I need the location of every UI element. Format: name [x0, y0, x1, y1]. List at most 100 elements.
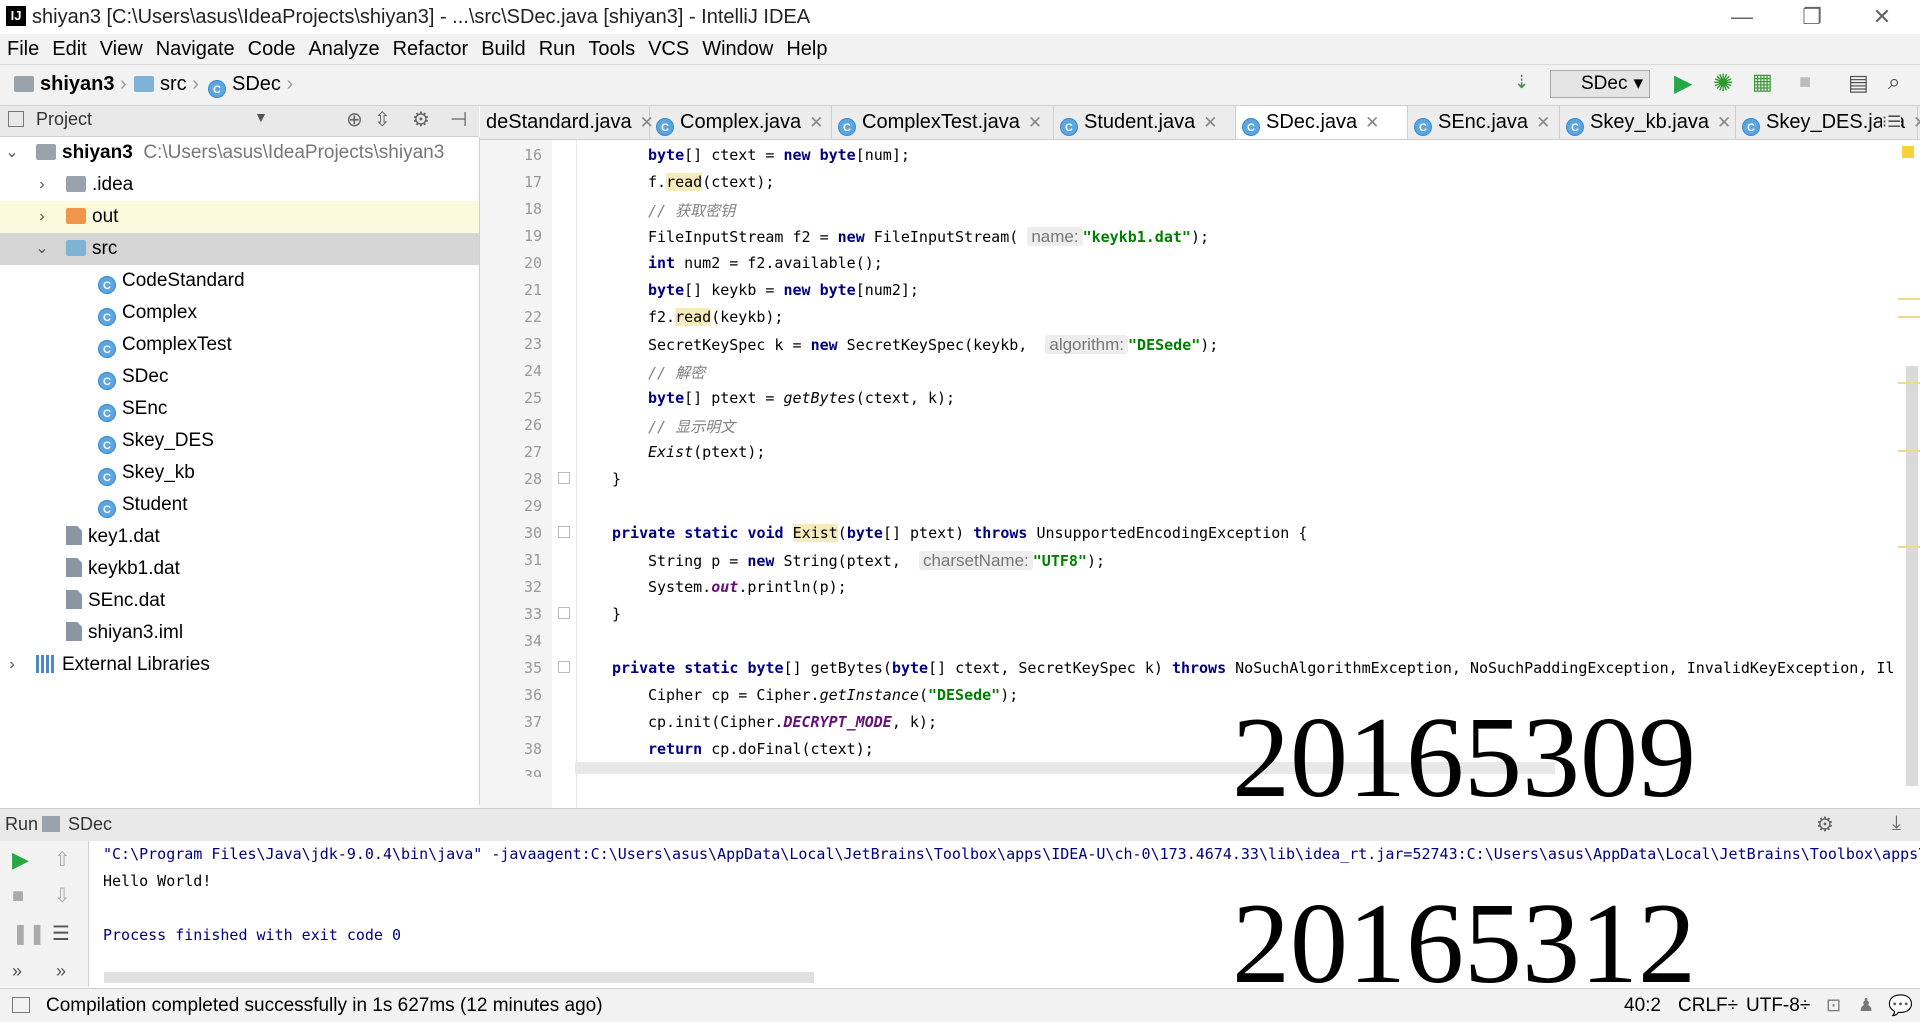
menu-tools[interactable]: Tools	[581, 34, 641, 62]
breadcrumb-project[interactable]: shiyan3 ›	[14, 73, 127, 96]
close-icon[interactable]: ✕	[1913, 113, 1920, 132]
tree-item-project-root[interactable]: ⌄ shiyan3 C:\Users\asus\IdeaProjects\shi…	[0, 137, 479, 169]
menu-code[interactable]: Code	[241, 34, 302, 62]
tree-item-file[interactable]: keykb1.dat	[0, 553, 479, 585]
tab-student[interactable]: C Student.java ✕	[1054, 106, 1236, 139]
console-horizontal-scrollbar[interactable]	[104, 972, 814, 983]
close-icon[interactable]: ✕	[1028, 113, 1042, 132]
menu-help[interactable]: Help	[779, 34, 833, 62]
tree-item-idea[interactable]: › .idea	[0, 169, 479, 201]
run-config-select[interactable]: SDec ▾	[1550, 70, 1650, 98]
tab-skey-kb[interactable]: C Skey_kb.java ✕	[1560, 106, 1736, 139]
more-icon[interactable]: »	[12, 961, 22, 982]
restore-icon[interactable]: ❐	[1792, 4, 1832, 30]
menu-run[interactable]: Run	[532, 34, 582, 62]
menu-vcs[interactable]: VCS	[641, 34, 695, 62]
menu-analyze[interactable]: Analyze	[301, 34, 385, 62]
tree-item-class[interactable]: C Student	[0, 489, 479, 521]
fold-icon[interactable]	[558, 607, 570, 619]
tree-item-class[interactable]: C SEnc	[0, 393, 479, 425]
run-panel-label[interactable]: Run	[5, 814, 38, 835]
tree-item-class[interactable]: C ComplexTest	[0, 329, 479, 361]
gear-icon[interactable]: ⚙	[1816, 812, 1834, 837]
coverage-icon[interactable]: ▦	[1752, 69, 1773, 95]
tree-item-class[interactable]: C Complex	[0, 297, 479, 329]
soft-wrap-icon[interactable]: ☰	[52, 921, 70, 946]
tab-list-icon[interactable]: ⁝☰	[1882, 112, 1902, 132]
hide-panel-icon[interactable]: ⊣	[450, 107, 467, 132]
tree-item-src[interactable]: ⌄ src	[0, 233, 479, 265]
down-arrow-icon[interactable]: ⇩	[54, 883, 71, 908]
menu-build[interactable]: Build	[474, 34, 531, 62]
debug-icon[interactable]: ✺	[1713, 69, 1733, 98]
toggle-toolwindows-icon[interactable]	[12, 997, 30, 1013]
breadcrumb-class[interactable]: C SDec ›	[208, 73, 293, 98]
chevron-down-icon[interactable]: ⌄	[34, 233, 50, 265]
gear-icon[interactable]: ⚙	[412, 107, 430, 132]
error-stripe-mark[interactable]	[1898, 316, 1920, 318]
menu-file[interactable]: File	[0, 34, 45, 62]
error-stripe-mark[interactable]	[1898, 298, 1920, 300]
inspector-icon[interactable]: ♟	[1858, 995, 1874, 1016]
event-log-icon[interactable]: 💬	[1888, 993, 1913, 1018]
project-structure-icon[interactable]: ▤	[1848, 70, 1869, 96]
chevron-down-icon[interactable]: ⌄	[4, 137, 20, 169]
chevron-right-icon[interactable]: ›	[34, 201, 50, 233]
tree-item-out[interactable]: › out	[0, 201, 479, 233]
chevron-right-icon[interactable]: ›	[34, 169, 50, 201]
more-icon[interactable]: »	[56, 961, 66, 982]
stop-icon[interactable]: ■	[12, 885, 24, 908]
search-icon[interactable]: ⌕	[1888, 69, 1900, 95]
close-icon[interactable]: ✕	[1203, 113, 1217, 132]
tree-item-class[interactable]: C CodeStandard	[0, 265, 479, 297]
tree-item-class[interactable]: C SDec	[0, 361, 479, 393]
breadcrumb-src[interactable]: src ›	[134, 73, 199, 96]
project-view-selector[interactable]: Project	[36, 109, 92, 130]
close-icon[interactable]: ✕	[1862, 4, 1902, 30]
line-separator[interactable]: CRLF÷	[1678, 995, 1738, 1017]
tree-item-file[interactable]: shiyan3.iml	[0, 617, 479, 649]
rerun-icon[interactable]: ▶	[12, 847, 29, 873]
error-stripe-mark[interactable]	[1898, 382, 1920, 384]
menu-window[interactable]: Window	[695, 34, 779, 62]
menu-navigate[interactable]: Navigate	[149, 34, 241, 62]
minimize-panel-icon[interactable]: ⤓	[1892, 812, 1901, 835]
tree-item-class[interactable]: C Skey_DES	[0, 425, 479, 457]
tree-item-file[interactable]: SEnc.dat	[0, 585, 479, 617]
chevron-right-icon[interactable]: ›	[4, 649, 20, 681]
tab-senc[interactable]: C SEnc.java ✕	[1408, 106, 1560, 139]
caret-position[interactable]: 40:2	[1624, 995, 1661, 1017]
chevron-down-icon[interactable]: ▼	[254, 109, 268, 125]
tab-codestandard[interactable]: deStandard.java ✕	[480, 106, 654, 139]
error-stripe-mark[interactable]	[1898, 450, 1920, 452]
file-encoding[interactable]: UTF-8÷	[1746, 995, 1810, 1017]
menu-refactor[interactable]: Refactor	[386, 34, 475, 62]
close-icon[interactable]: ✕	[1536, 113, 1550, 132]
tree-item-class[interactable]: C Skey_kb	[0, 457, 479, 489]
locate-icon[interactable]: ⊕	[346, 107, 363, 132]
tab-complextest[interactable]: C ComplexTest.java ✕	[832, 106, 1054, 139]
menu-edit[interactable]: Edit	[45, 34, 92, 62]
tree-item-file[interactable]: key1.dat	[0, 521, 479, 553]
stop-icon[interactable]: ■	[1799, 71, 1811, 94]
pause-icon[interactable]: ❚❚	[12, 921, 46, 946]
fold-icon[interactable]	[558, 526, 570, 538]
close-icon[interactable]: ✕	[1365, 113, 1379, 132]
run-icon[interactable]: ▶	[1674, 69, 1692, 98]
warning-marker-icon[interactable]	[1902, 146, 1914, 158]
code-editor[interactable]: byte[] ctext = new byte[num]; f.read(cte…	[577, 140, 1897, 766]
close-icon[interactable]: ✕	[809, 113, 823, 132]
error-stripe-mark[interactable]	[1898, 546, 1920, 548]
fold-icon[interactable]	[558, 661, 570, 673]
lock-icon[interactable]: ⊡	[1826, 995, 1841, 1016]
collapse-all-icon[interactable]: ⇳	[374, 107, 391, 132]
minimize-icon[interactable]: —	[1722, 4, 1762, 30]
tab-sdec[interactable]: C SDec.java ✕	[1236, 106, 1408, 139]
tab-complex[interactable]: C Complex.java ✕	[650, 106, 832, 139]
fold-icon[interactable]	[558, 472, 570, 484]
close-icon[interactable]: ✕	[1717, 113, 1731, 132]
menu-view[interactable]: View	[93, 34, 149, 62]
tree-item-external-libraries[interactable]: › External Libraries	[0, 649, 479, 681]
up-arrow-icon[interactable]: ⇧	[54, 847, 71, 872]
sort-icon[interactable]: ⇣	[1514, 72, 1529, 93]
